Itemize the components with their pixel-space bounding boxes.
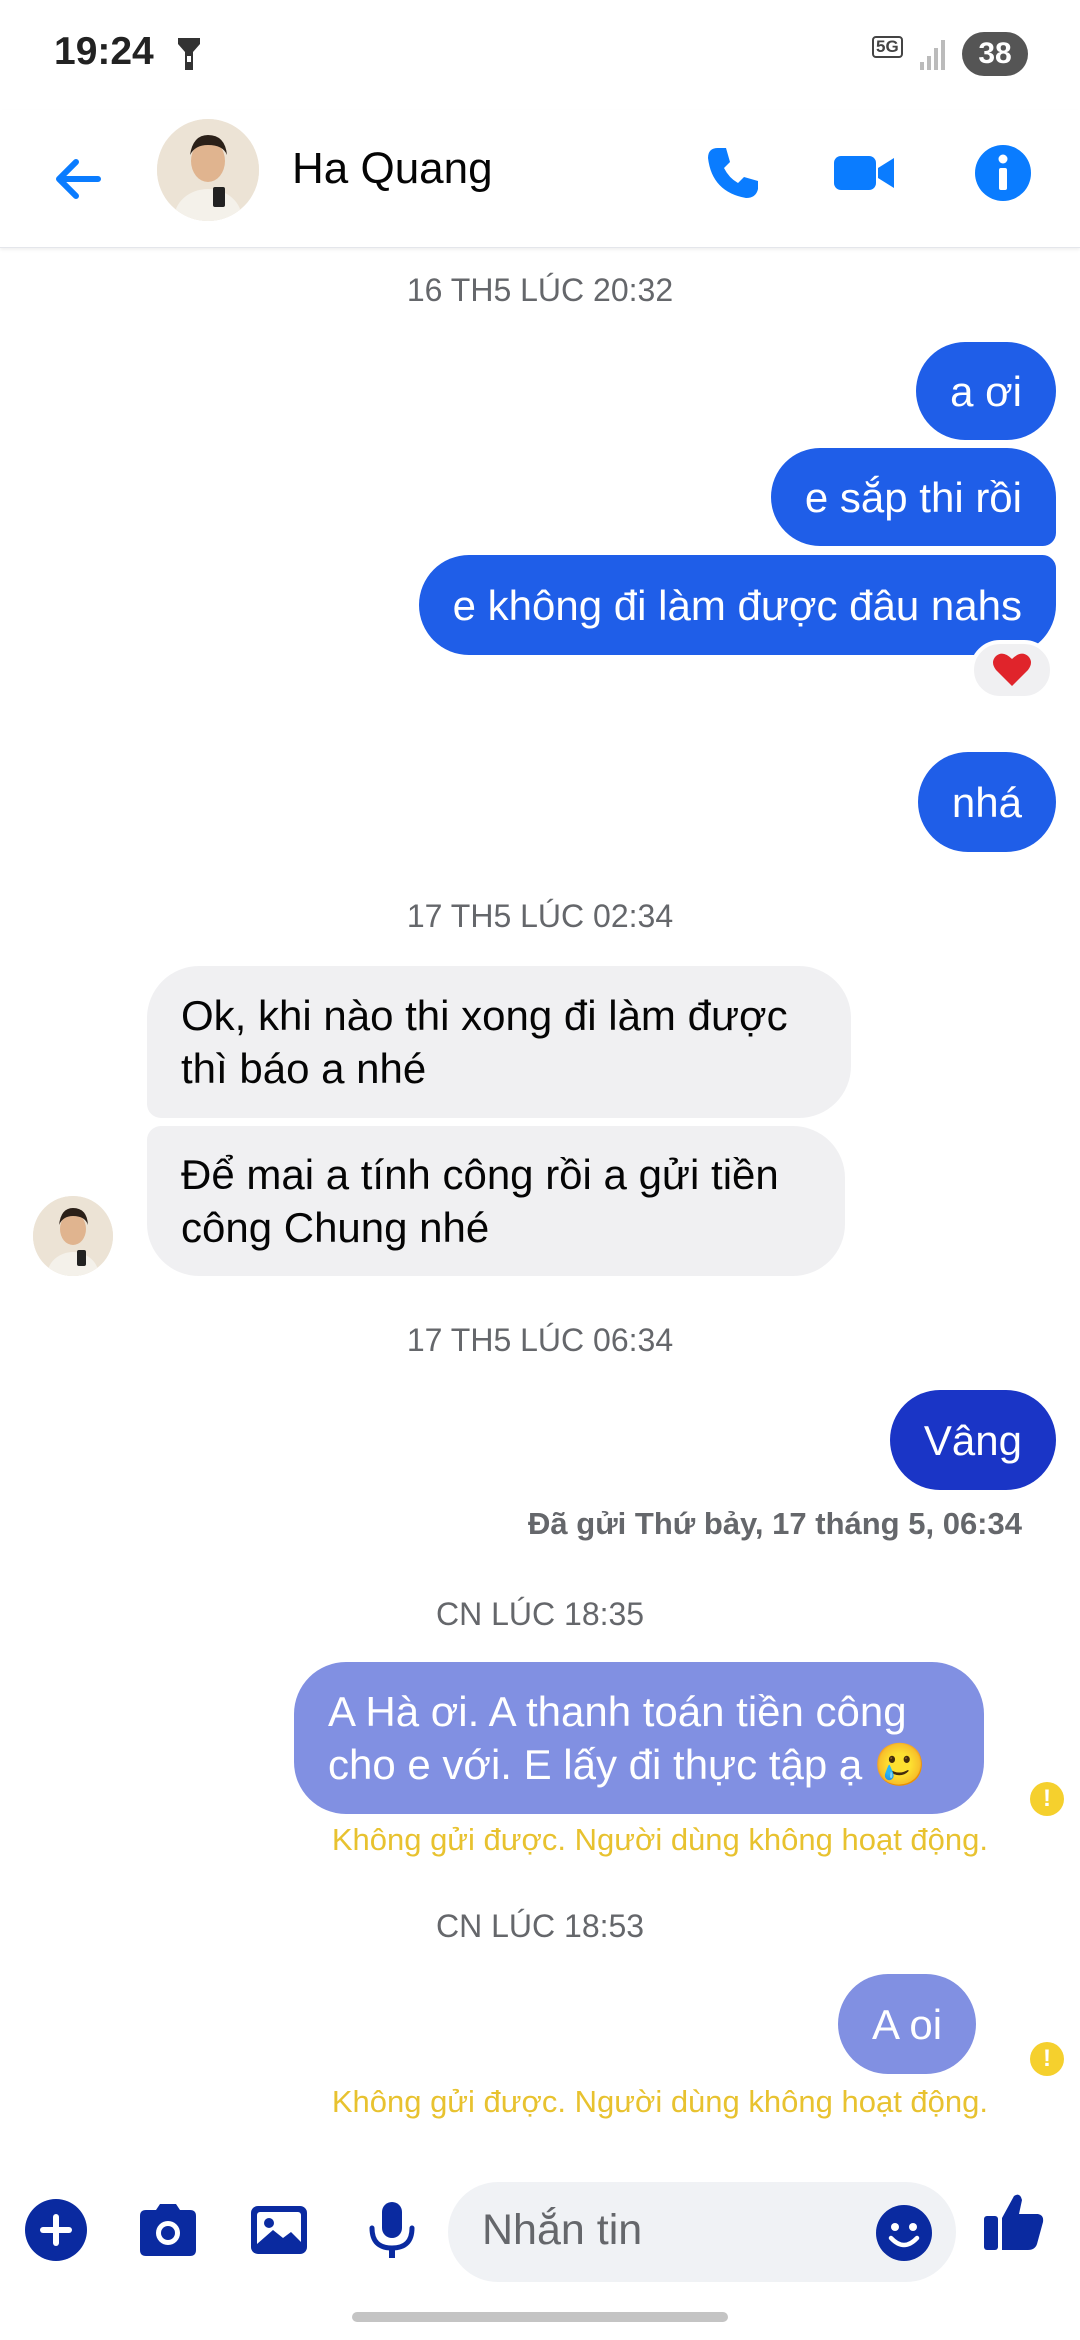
message-bubble-failed[interactable]: A Hà ơi. A thanh toán tiền công cho e vớ… xyxy=(294,1662,984,1814)
avatar[interactable] xyxy=(33,1196,113,1276)
signal-icon xyxy=(920,40,945,70)
network-5g-icon: 5G xyxy=(872,36,910,76)
video-call-icon[interactable] xyxy=(830,138,900,208)
battery-indicator: 38 xyxy=(962,32,1028,76)
message-bubble-outgoing[interactable]: Vâng xyxy=(889,1390,1056,1490)
message-text: công Chung nhé xyxy=(181,1204,490,1251)
message-bubble-outgoing[interactable]: e sắp thi rồi xyxy=(770,448,1056,546)
microphone-icon[interactable] xyxy=(356,2194,428,2266)
timestamp: 16 TH5 LÚC 20:32 xyxy=(406,272,674,308)
message-text: thì báo a nhé xyxy=(181,1045,427,1092)
gallery-icon[interactable] xyxy=(243,2194,315,2266)
timestamp: 17 TH5 LÚC 06:34 xyxy=(406,1322,674,1358)
info-icon[interactable] xyxy=(968,138,1038,208)
status-bar: 19:24 5G 38 xyxy=(0,0,1080,110)
plus-icon[interactable] xyxy=(20,2194,92,2266)
message-text: A Hà ơi. A thanh toán tiền công xyxy=(328,1688,907,1735)
heart-reaction[interactable] xyxy=(970,640,1054,700)
avatar[interactable] xyxy=(157,119,259,221)
send-failed-text: Không gửi được. Người dùng không hoạt độ… xyxy=(331,1822,988,1857)
message-text: cho e với. E lấy đi thực tập ạ 🥲 xyxy=(328,1741,927,1788)
message-bubble-failed[interactable]: A oi xyxy=(838,1974,977,2074)
warning-icon[interactable]: ! xyxy=(1030,2042,1064,2076)
message-text: Để mai a tính công rồi a gửi tiền xyxy=(181,1151,779,1198)
flashlight-icon xyxy=(178,38,200,70)
message-composer: Nhắn tin xyxy=(0,2170,1080,2290)
timestamp: CN LÚC 18:53 xyxy=(436,1908,645,1944)
message-bubble-outgoing[interactable]: a ơi xyxy=(916,342,1056,440)
message-bubble-outgoing[interactable]: e không đi làm được đâu nahs xyxy=(418,555,1056,655)
home-indicator[interactable] xyxy=(352,2312,728,2322)
status-time: 19:24 xyxy=(54,30,154,73)
emoji-icon[interactable] xyxy=(873,2202,935,2264)
message-text: Ok, khi nào thi xong đi làm được xyxy=(181,992,788,1039)
back-arrow-icon[interactable] xyxy=(48,148,110,210)
thumbs-up-icon[interactable] xyxy=(978,2186,1050,2258)
chat-header: Ha Quang xyxy=(0,110,1080,248)
message-bubble-incoming[interactable]: Ok, khi nào thi xong đi làm được thì báo… xyxy=(147,966,851,1118)
send-failed-text: Không gửi được. Người dùng không hoạt độ… xyxy=(331,2084,988,2119)
phone-icon[interactable] xyxy=(698,138,768,208)
seen-status-text: Đã gửi Thứ bảy, 17 tháng 5, 06:34 xyxy=(528,1506,1022,1541)
tearful-smile-emoji: 🥲 xyxy=(873,1741,927,1788)
timestamp: 17 TH5 LÚC 02:34 xyxy=(406,898,674,934)
camera-icon[interactable] xyxy=(132,2194,204,2266)
contact-name[interactable]: Ha Quang xyxy=(292,144,493,194)
message-bubble-incoming[interactable]: Để mai a tính công rồi a gửi tiền công C… xyxy=(147,1126,845,1276)
avatar-image xyxy=(157,119,259,221)
message-input-placeholder: Nhắn tin xyxy=(482,2206,643,2254)
heart-icon xyxy=(993,653,1031,686)
warning-icon[interactable]: ! xyxy=(1030,1782,1064,1816)
message-bubble-outgoing[interactable]: nhá xyxy=(917,752,1056,852)
message-input[interactable]: Nhắn tin xyxy=(448,2182,956,2282)
avatar-image xyxy=(33,1196,113,1276)
timestamp: CN LÚC 18:35 xyxy=(436,1596,645,1632)
